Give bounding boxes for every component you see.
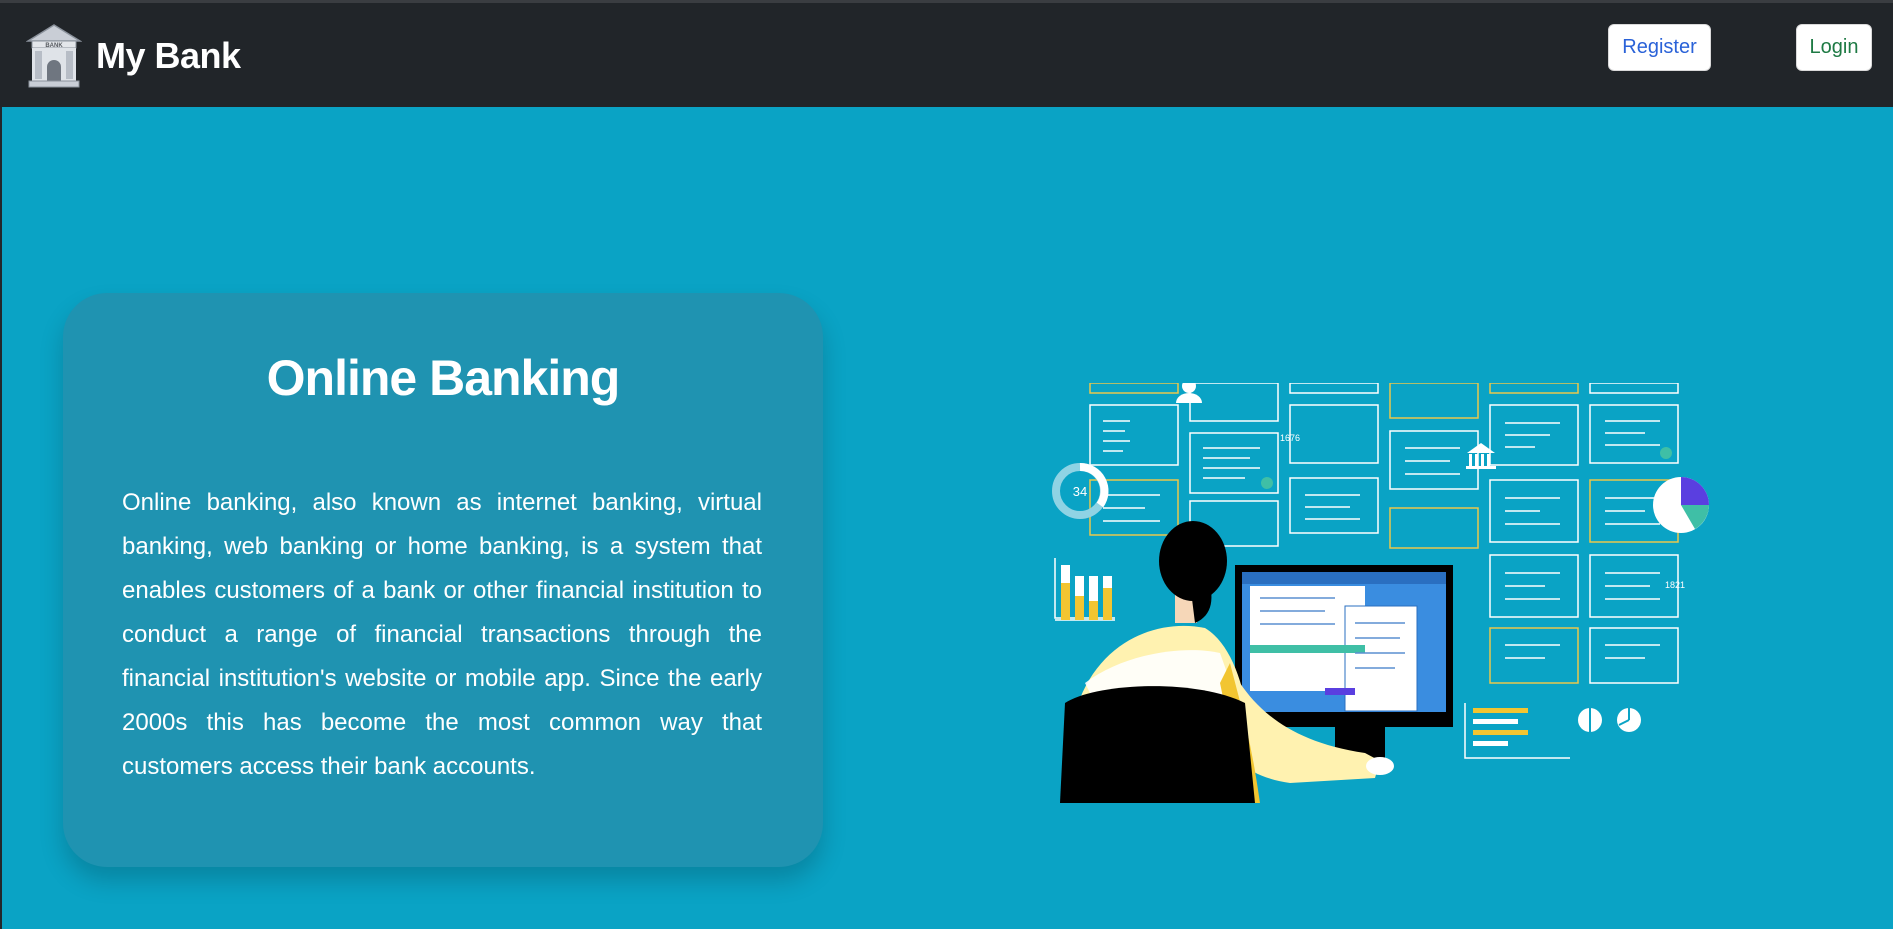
brand[interactable]: BANK My Bank (26, 23, 241, 89)
left-edge-divider (0, 107, 2, 929)
pie-chart (1653, 477, 1709, 533)
login-button[interactable]: Login (1796, 24, 1872, 71)
horizontal-bars (1473, 708, 1528, 746)
bank-building-icon: BANK (26, 24, 82, 88)
navbar: BANK My Bank Register Login (0, 0, 1893, 107)
bar-chart (1055, 565, 1115, 621)
online-banking-card: Online Banking Online banking, also know… (63, 293, 823, 867)
gauge-value: 34 (1073, 484, 1087, 499)
user-avatar-icon (1176, 383, 1202, 403)
card-title: Online Banking (266, 350, 621, 406)
card-description: Online banking, also known as internet b… (122, 489, 762, 780)
brand-name[interactable]: My Bank (96, 35, 241, 77)
online-banking-illustration: 34 1676 1821 (1052, 383, 1709, 803)
register-button[interactable]: Register (1608, 24, 1711, 71)
small-pie-charts (1578, 708, 1641, 732)
stat-number-b: 1821 (1665, 580, 1685, 590)
gauge-chart: 34 (1052, 462, 1109, 519)
stat-number-a: 1676 (1280, 433, 1300, 443)
